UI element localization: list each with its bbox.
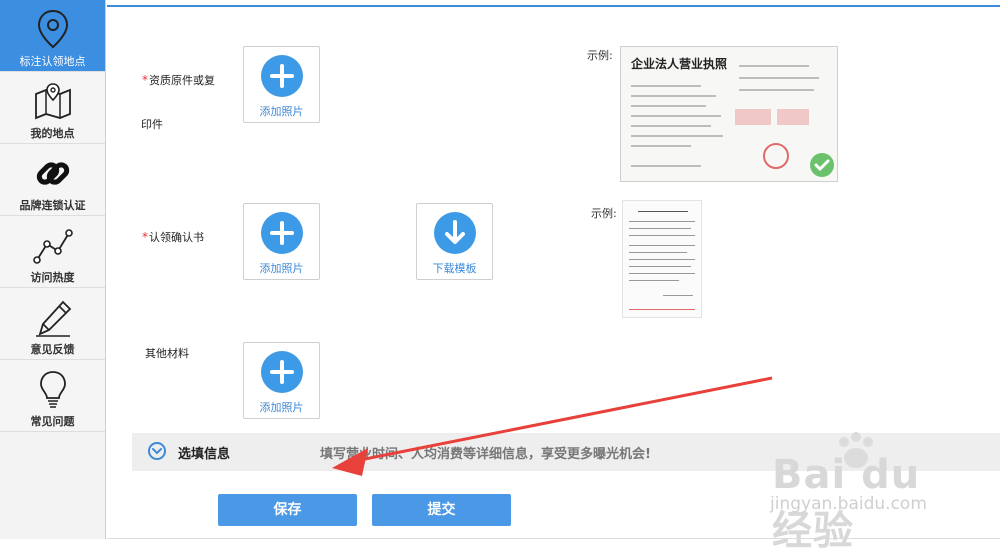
plus-circle-icon [261, 351, 303, 393]
chevron-down-icon[interactable] [148, 442, 166, 460]
download-arrow-icon [434, 212, 476, 254]
qualification-label-line2: 印件 [141, 118, 163, 131]
required-marker: * [142, 230, 148, 244]
sidebar-item-label: 访问热度 [30, 271, 75, 284]
qualification-add-photo-button[interactable]: 添加照片 [243, 46, 320, 123]
top-divider [107, 5, 1000, 7]
sidebar-item-faq[interactable]: 常见问题 [0, 360, 105, 432]
download-template-button[interactable]: 下载模板 [416, 203, 493, 280]
qualification-label: *资质原件或复 [142, 72, 215, 88]
submit-button[interactable]: 提交 [372, 494, 511, 526]
optional-info-title: 选填信息 [178, 447, 231, 462]
sidebar-item-label: 标注认领地点 [19, 55, 86, 68]
sidebar-item-brand-chain-certification[interactable]: 品牌连锁认证 [0, 144, 105, 216]
watermark-url: jingyan.baidu.com [770, 494, 927, 514]
sidebar-item-visit-popularity[interactable]: 访问热度 [0, 216, 105, 288]
lightbulb-icon [40, 371, 66, 408]
required-marker: * [142, 73, 148, 87]
save-button[interactable]: 保存 [218, 494, 357, 526]
claim-letter-label-text: 认领确认书 [149, 231, 204, 244]
plus-circle-icon [261, 55, 303, 97]
add-photo-label: 添加照片 [259, 401, 304, 414]
sidebar-item-my-locations[interactable]: 我的地点 [0, 72, 105, 144]
example-label: 示例: [591, 207, 617, 220]
download-template-label: 下载模板 [432, 262, 477, 275]
claim-letter-add-photo-button[interactable]: 添加照片 [243, 203, 320, 280]
claim-letter-sample-image [622, 200, 702, 318]
add-photo-label: 添加照片 [259, 262, 304, 275]
check-badge-icon [810, 153, 834, 177]
sidebar-item-feedback[interactable]: 意见反馈 [0, 288, 105, 360]
map-pin-icon [37, 9, 69, 49]
sidebar-item-label: 常见问题 [30, 415, 75, 428]
sidebar-item-label: 品牌连锁认证 [19, 199, 86, 212]
claim-letter-label: *认领确认书 [142, 229, 204, 245]
sidebar-item-mark-claim-location[interactable]: 标注认领地点 [0, 0, 105, 72]
license-sample-title: 企业法人营业执照 [631, 57, 728, 71]
plus-circle-icon [261, 212, 303, 254]
other-materials-add-photo-button[interactable]: 添加照片 [243, 342, 320, 419]
example-label: 示例: [587, 49, 613, 62]
chain-link-icon [36, 162, 70, 185]
optional-info-hint: 填写营业时间、人均消费等详细信息，享受更多曝光机会! [320, 447, 651, 462]
baidu-jingyan-watermark: Bai du 经验 jingyan.baidu.com [760, 432, 960, 554]
line-trend-icon [33, 229, 73, 264]
pencil-icon [36, 300, 72, 337]
other-materials-label: 其他材料 [145, 347, 189, 360]
business-license-sample-image: 企业法人营业执照 [620, 46, 838, 182]
sidebar-item-label: 意见反馈 [30, 343, 75, 356]
qualification-label-line1: 资质原件或复 [149, 74, 215, 87]
folded-map-icon [35, 83, 71, 120]
add-photo-label: 添加照片 [259, 105, 304, 118]
sidebar-item-label: 我的地点 [30, 127, 75, 140]
sidebar: 标注认领地点 我的地点 品牌连锁认证 访问热度 意见反馈 常见问题 [0, 0, 106, 539]
